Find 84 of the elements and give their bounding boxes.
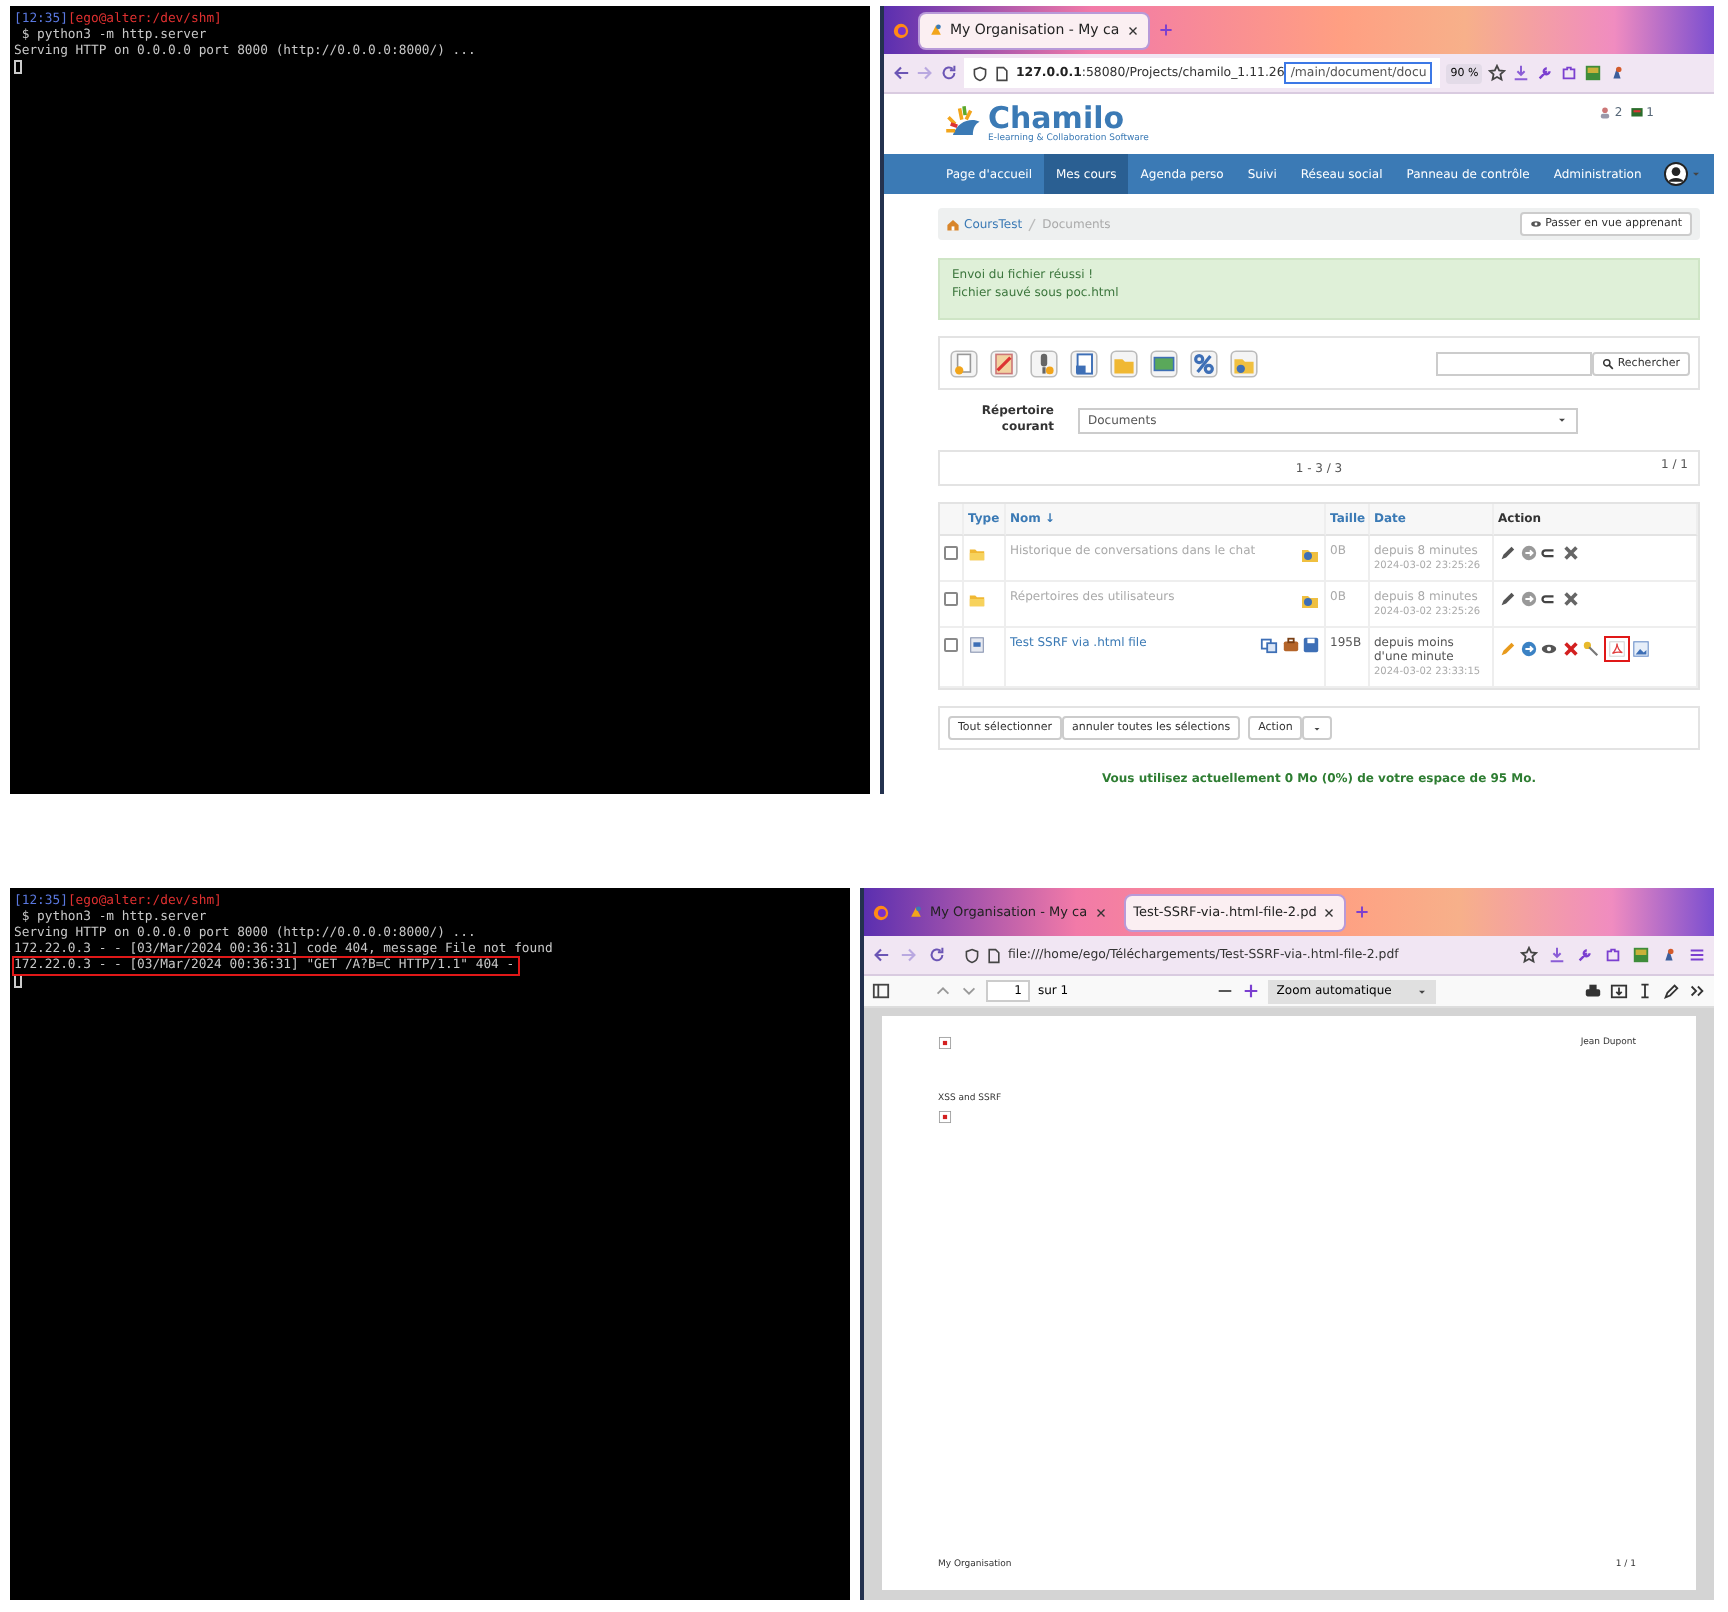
draw-icon[interactable]	[1662, 982, 1680, 1000]
page-icon	[994, 65, 1010, 81]
avatar-icon[interactable]	[1664, 162, 1688, 186]
slideshow-icon[interactable]	[1148, 347, 1180, 379]
more-tools-icon[interactable]	[1688, 982, 1706, 1000]
shield-icon	[972, 65, 988, 81]
sidebar-icon[interactable]	[872, 982, 890, 1000]
back-icon[interactable]	[892, 64, 910, 82]
dropdown-toggle[interactable]	[1302, 716, 1333, 740]
extension-icon[interactable]	[1632, 946, 1650, 964]
next-page-icon[interactable]	[960, 982, 978, 1000]
folder-info-icon[interactable]	[1300, 590, 1320, 610]
copy-icon[interactable]	[1260, 636, 1278, 654]
favicon-icon	[908, 904, 924, 920]
image-icon[interactable]	[1632, 640, 1650, 658]
move-icon[interactable]	[1519, 640, 1537, 658]
shared-folder-icon[interactable]	[1228, 347, 1260, 379]
users-icon[interactable]	[1598, 106, 1613, 120]
extensions-icon[interactable]	[1604, 946, 1622, 964]
broken-image-icon	[938, 1036, 952, 1050]
folder-icon	[968, 590, 986, 608]
bookmark-star-icon[interactable]	[1488, 64, 1507, 82]
text-cursor-icon[interactable]	[1636, 982, 1654, 1000]
favicon-icon	[928, 22, 944, 38]
row-checkbox[interactable]	[944, 638, 958, 652]
edit-icon[interactable]	[1498, 590, 1516, 608]
terminal-cursor	[14, 973, 22, 988]
download-icon[interactable]	[1512, 64, 1531, 82]
previous-page-icon[interactable]	[934, 982, 952, 1000]
extension-icon[interactable]	[1660, 946, 1678, 964]
close-icon[interactable]	[1093, 905, 1108, 919]
print-icon[interactable]	[1584, 982, 1602, 1000]
caret-icon	[1415, 985, 1428, 997]
extension-icon[interactable]	[1608, 64, 1627, 82]
loop-icon[interactable]	[1540, 590, 1558, 608]
browser-logo-icon[interactable]	[872, 903, 890, 921]
search-icon	[1601, 357, 1614, 369]
home-icon	[946, 217, 960, 231]
extension-icon[interactable]	[1584, 64, 1603, 82]
new-tab-icon[interactable]	[1354, 904, 1371, 920]
row-checkbox[interactable]	[944, 546, 958, 560]
breadcrumb-separator	[1028, 217, 1037, 231]
folder-icon	[968, 544, 986, 562]
extensions-icon[interactable]	[1560, 64, 1579, 82]
folder-info-icon[interactable]	[1300, 544, 1320, 564]
close-icon[interactable]	[1322, 905, 1337, 919]
eye-icon	[1529, 218, 1542, 230]
logo-text[interactable]: Chamilo	[988, 104, 1149, 134]
close-icon[interactable]	[1125, 23, 1140, 37]
edit-icon[interactable]	[1498, 544, 1516, 562]
broken-image-icon	[938, 1110, 952, 1124]
loop-icon[interactable]	[1540, 544, 1558, 562]
eye-icon[interactable]	[1540, 640, 1558, 658]
bookmark-star-icon[interactable]	[1520, 946, 1538, 964]
delete-icon[interactable]	[1561, 640, 1579, 658]
download-icon[interactable]	[1548, 946, 1566, 964]
search-field[interactable]	[1435, 351, 1592, 375]
delete-icon[interactable]	[1561, 544, 1579, 562]
upload-icon[interactable]	[1068, 347, 1100, 379]
microphone-icon[interactable]	[1028, 347, 1060, 379]
menu-icon[interactable]	[1688, 946, 1706, 964]
chat-icon[interactable]	[1630, 106, 1645, 120]
page-icon	[986, 947, 1002, 963]
new-document-icon[interactable]	[948, 347, 980, 379]
reload-icon[interactable]	[928, 946, 946, 964]
briefcase-icon[interactable]	[1281, 636, 1299, 654]
reload-icon[interactable]	[940, 64, 958, 82]
caret-icon	[1312, 723, 1323, 733]
shield-icon	[964, 947, 980, 963]
caret-icon	[1556, 414, 1568, 426]
key-icon[interactable]	[1582, 640, 1600, 658]
terminal-cursor	[14, 59, 22, 74]
row-checkbox[interactable]	[944, 592, 958, 606]
drawing-icon[interactable]	[988, 347, 1020, 379]
browser-logo-icon[interactable]	[892, 21, 910, 39]
file-icon	[968, 636, 986, 654]
zoom-in-icon[interactable]	[1242, 982, 1261, 1000]
percent-icon[interactable]	[1188, 347, 1220, 379]
new-tab-icon[interactable]	[1157, 22, 1174, 38]
wrench-icon[interactable]	[1576, 946, 1594, 964]
delete-icon[interactable]	[1561, 590, 1579, 608]
save-icon[interactable]	[1610, 982, 1628, 1000]
back-icon[interactable]	[872, 946, 890, 964]
wrench-icon[interactable]	[1536, 64, 1555, 82]
